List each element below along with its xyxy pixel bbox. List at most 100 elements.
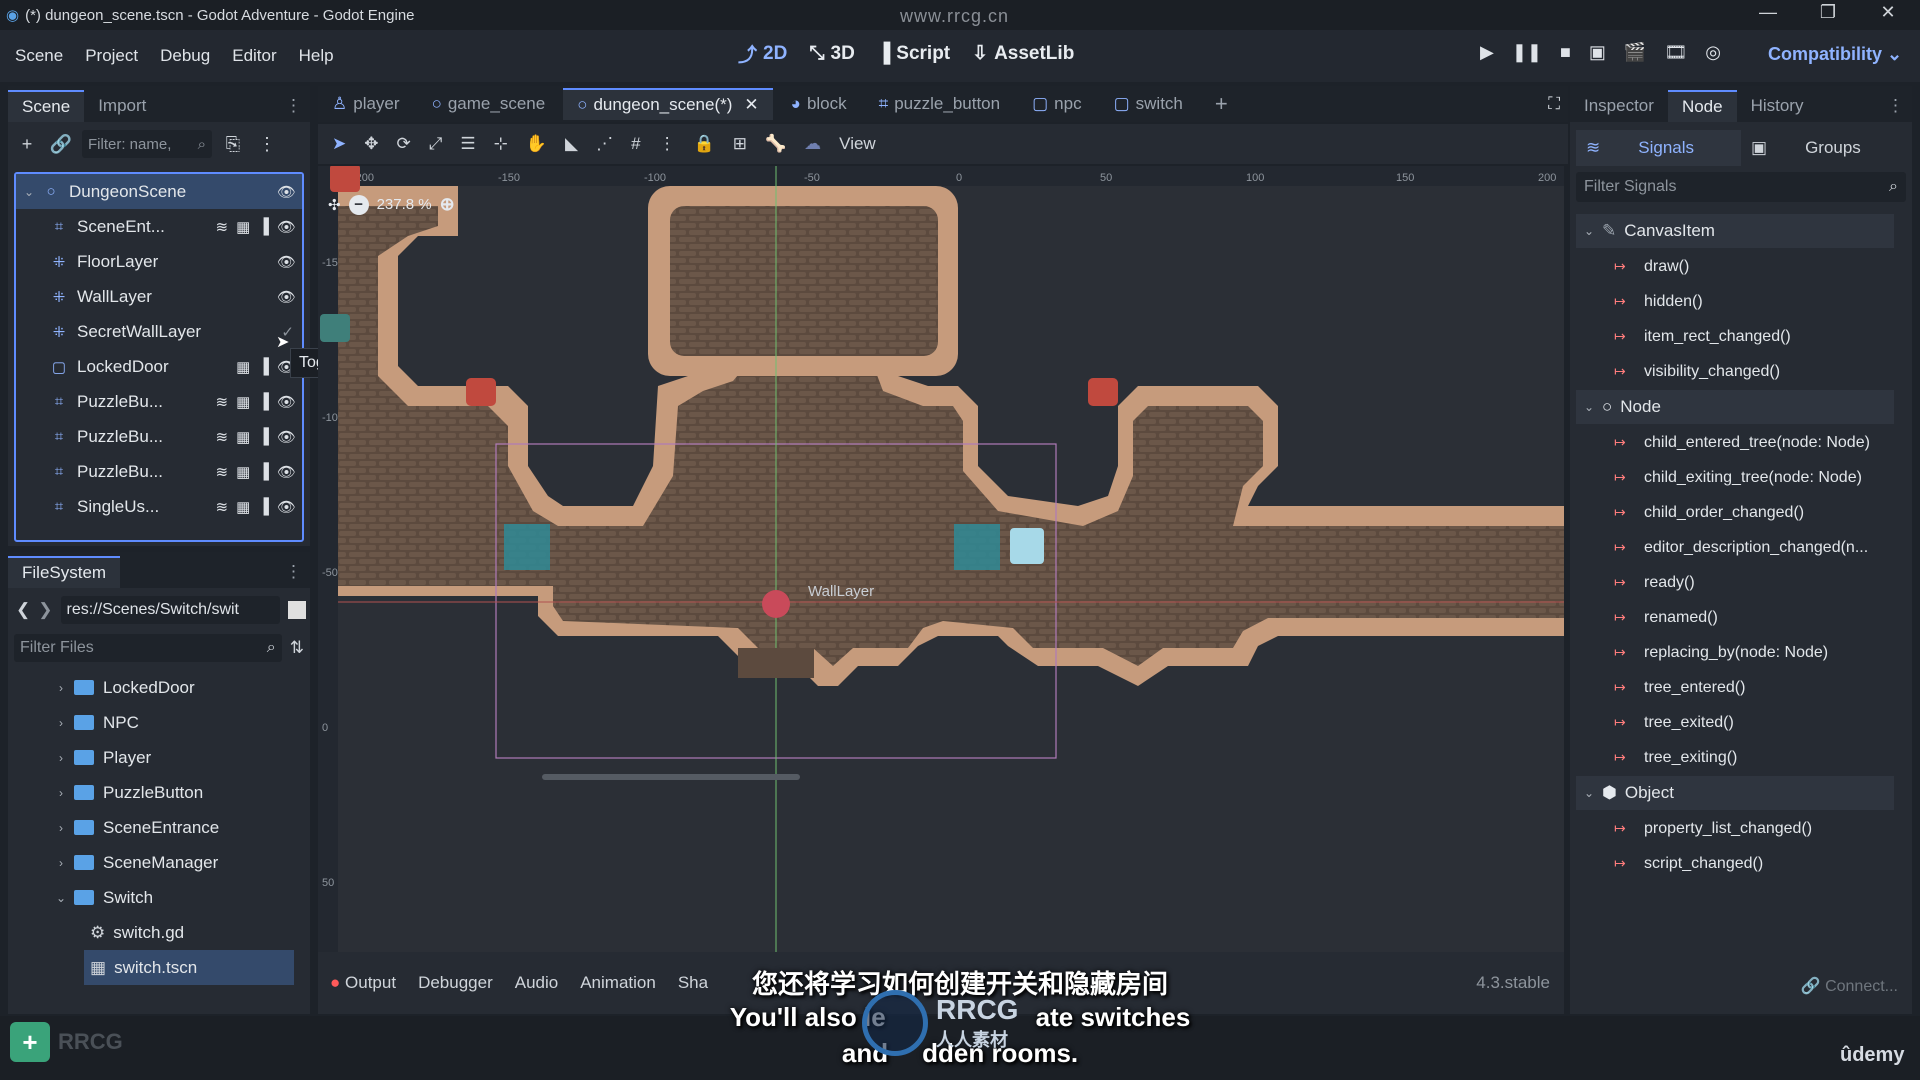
scene-instance-icon[interactable]: ▦ [236,463,250,481]
section-node[interactable]: ⌄ ○ Node [1576,390,1894,424]
close-tab-icon[interactable]: ✕ [744,95,758,115]
file-icon[interactable] [288,601,306,619]
folder-switch[interactable]: ⌄ Switch [14,880,153,915]
signal-icon[interactable]: ≋ [216,463,229,481]
tab-dungeon-scene[interactable]: ○ dungeon_scene(*) ✕ [563,88,773,120]
tab-inspector[interactable]: Inspector [1570,90,1668,122]
grid-snap-icon[interactable]: # [631,134,640,154]
stop-icon[interactable]: ■ [1560,42,1571,63]
signal-icon[interactable]: ≋ [216,218,229,236]
play-scene-icon[interactable]: 🎬 [1624,42,1646,63]
menu-scene[interactable]: Scene [4,46,74,66]
menu-project[interactable]: Project [74,46,149,66]
visibility-eye-icon[interactable]: 👁 [277,498,296,516]
visibility-eye-icon[interactable]: 👁 [277,393,296,411]
play-custom-scene-icon[interactable]: 🎞 [1664,42,1687,63]
tree-item-secretwalllayer[interactable]: ⁜ SecretWallLayer ✓ [16,314,302,349]
menu-debug[interactable]: Debug [149,46,221,66]
select-tool-icon[interactable]: ➤ [332,134,346,154]
script-icon[interactable]: ▐ [258,358,269,376]
signal-item[interactable]: ↦ replacing_by(node: Node) [1570,635,1828,670]
attach-script-icon[interactable]: ⎘ [220,131,246,157]
signal-item[interactable]: ↦ child_entered_tree(node: Node) [1570,425,1870,460]
chevron-down-icon[interactable]: ⌄ [54,891,68,905]
tree-item-puzzlebutton-3[interactable]: ⌗ PuzzleBu... ≋ ▦ ▐ 👁 [16,454,302,489]
mode-script-button[interactable]: ▐ Script [877,40,950,67]
play-icon[interactable]: ▶ [1480,42,1494,63]
signal-icon[interactable]: ≋ [216,428,229,446]
tab-import[interactable]: Import [84,90,160,122]
signal-item[interactable]: ↦ tree_exited() [1570,705,1734,740]
tab-history[interactable]: History [1737,90,1818,122]
instance-link-icon[interactable]: 🔗 [48,131,74,157]
close-window-button[interactable]: ✕ [1868,2,1908,23]
renderer-select[interactable]: Compatibility ⌄ [1768,44,1902,65]
pan-tool-icon[interactable]: ✋ [526,134,547,154]
chevron-right-icon[interactable]: › [54,856,68,870]
mode-2d-button[interactable]: ⤴ 2D [738,40,787,67]
groups-tab[interactable]: ▣ Groups [1741,130,1906,166]
tree-item-singleuse[interactable]: ⌗ SingleUs... ≋ ▦ ▐ 👁 [16,489,302,524]
folder-npc[interactable]: › NPC [14,705,139,740]
visibility-eye-icon[interactable]: 👁 [277,288,296,306]
folder-puzzlebutton[interactable]: › PuzzleButton [14,775,203,810]
path-field[interactable]: res://Scenes/Switch/swit [60,596,280,624]
scene-instance-icon[interactable]: ▦ [236,428,250,446]
group-icon[interactable]: ⊞ [733,134,747,154]
signal-item[interactable]: ↦ item_rect_changed() [1570,319,1791,354]
zoom-out-icon[interactable]: − [348,194,369,215]
tree-item-lockeddoor[interactable]: ▢ LockedDoor ▦ ▐ 👁 [16,349,302,384]
center-view-icon[interactable]: ✣ [328,196,341,214]
chevron-right-icon[interactable]: › [54,716,68,730]
script-icon[interactable]: ▐ [258,428,269,446]
remote-debug-icon[interactable]: ▣ [1589,42,1606,63]
signals-tab[interactable]: ≋ Signals [1576,130,1741,166]
scene-instance-icon[interactable]: ▦ [236,358,250,376]
sort-icon[interactable]: ⇅ [290,638,304,658]
chevron-right-icon[interactable]: › [54,681,68,695]
script-icon[interactable]: ▐ [258,498,269,516]
bone-icon[interactable]: 🦴 [765,134,786,154]
signal-icon[interactable]: ≋ [216,393,229,411]
back-icon[interactable]: ❮ [16,600,30,620]
signal-item[interactable]: ↦ renamed() [1570,600,1718,635]
view-menu[interactable]: View [839,134,876,154]
filter-files-input[interactable]: Filter Files ⌕ [14,634,282,662]
signal-item[interactable]: ↦ script_changed() [1570,846,1763,881]
tree-item-sceneentrance[interactable]: ⌗ SceneEnt... ≋ ▦ ▐ 👁 [16,209,302,244]
smart-snap-icon[interactable]: ⋰ [596,134,613,154]
chevron-right-icon[interactable]: › [54,751,68,765]
folder-sceneentrance[interactable]: › SceneEntrance [14,810,219,845]
signal-item[interactable]: ↦ draw() [1570,249,1689,284]
cloud-icon[interactable]: ☁ [804,134,821,154]
chevron-right-icon[interactable]: › [54,821,68,835]
zoom-level[interactable]: 237.8 % [377,196,432,213]
snap-options-icon[interactable]: ⋮ [659,134,676,154]
visibility-eye-icon[interactable]: 👁 [277,463,296,481]
signal-icon[interactable]: ≋ [216,498,229,516]
script-icon[interactable]: ▐ [258,218,269,236]
tab-node[interactable]: Node [1667,90,1737,122]
chevron-down-icon[interactable]: ⌄ [22,185,36,199]
minimize-button[interactable]: — [1748,2,1788,23]
mode-3d-button[interactable]: ⤡ 3D [809,40,855,67]
signal-item[interactable]: ↦ visibility_changed() [1570,354,1780,389]
signal-item[interactable]: ↦ child_order_changed() [1570,495,1804,530]
folder-player[interactable]: › Player [14,740,151,775]
signal-item[interactable]: ↦ ready() [1570,565,1695,600]
script-icon[interactable]: ▐ [258,393,269,411]
tab-filesystem[interactable]: FileSystem [8,556,121,588]
lock-icon[interactable]: 🔒 [694,134,715,154]
movie-maker-icon[interactable]: ◎ [1705,42,1721,63]
signal-item[interactable]: ↦ hidden() [1570,284,1703,319]
tree-item-dungeonscene[interactable]: ⌄ ○ DungeonScene 👁 [16,174,302,209]
tab-game-scene[interactable]: ○ game_scene [418,88,560,120]
tab-switch[interactable]: ▢ switch [1100,88,1197,120]
tab-puzzle-button[interactable]: ⌗ puzzle_button [865,88,1014,120]
scene-instance-icon[interactable]: ▦ [236,218,250,236]
pause-icon[interactable]: ❚❚ [1512,42,1542,63]
menu-help[interactable]: Help [288,46,345,66]
tree-item-puzzlebutton-1[interactable]: ⌗ PuzzleBu... ≋ ▦ ▐ 👁 [16,384,302,419]
zoom-in-icon[interactable]: ⊕ [440,194,455,215]
tab-scene[interactable]: Scene [8,90,85,122]
